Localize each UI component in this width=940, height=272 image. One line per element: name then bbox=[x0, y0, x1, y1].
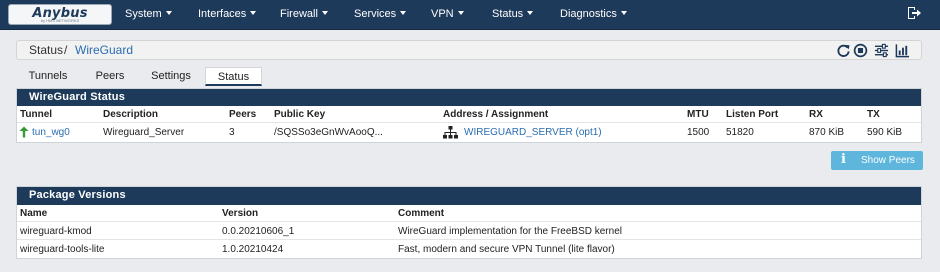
package-comment: WireGuard implementation for the FreeBSD… bbox=[398, 226, 622, 237]
breadcrumb-root[interactable]: Status bbox=[29, 43, 63, 57]
wireguard-status-panel: WireGuard Status Tunnel Description Peer… bbox=[16, 88, 922, 143]
column-header: Tunnel bbox=[20, 109, 53, 120]
chevron-down-icon bbox=[400, 11, 407, 16]
info-icon: i bbox=[841, 152, 846, 167]
tunnel-link[interactable]: tun_wg0 bbox=[32, 127, 70, 138]
panel-title: WireGuard Status bbox=[17, 89, 921, 106]
package-versions-panel: Package Versions Name Version Comment wi… bbox=[16, 186, 922, 259]
nav-vpn-label: VPN bbox=[431, 8, 454, 20]
package-version: 0.0.20210606_1 bbox=[222, 226, 295, 237]
logo-tagline: by HMS NETWORKS bbox=[40, 18, 80, 23]
column-header: Comment bbox=[398, 208, 445, 219]
column-header: Address / Assignment bbox=[443, 109, 549, 120]
nav-interfaces-label: Interfaces bbox=[198, 8, 247, 20]
nav-interfaces[interactable]: Interfaces bbox=[198, 0, 257, 30]
tunnel-public-key: /SQSSo3eGnWvAooQ... bbox=[274, 127, 383, 138]
network-icon bbox=[443, 126, 458, 139]
nav-system-label: System bbox=[125, 8, 162, 20]
column-header: Name bbox=[20, 208, 48, 219]
chevron-down-icon bbox=[321, 11, 328, 16]
nav-diagnostics-label: Diagnostics bbox=[560, 8, 617, 20]
nav-system[interactable]: System bbox=[125, 0, 172, 30]
tunnel-peers: 3 bbox=[229, 127, 235, 138]
nav-firewall-label: Firewall bbox=[280, 8, 318, 20]
breadcrumb-separator: / bbox=[64, 43, 68, 57]
column-header: RX bbox=[809, 109, 823, 120]
anybus-logo[interactable]: Anybus by HMS NETWORKS bbox=[8, 4, 112, 25]
column-header: Peers bbox=[229, 109, 257, 120]
chart-icon[interactable] bbox=[895, 43, 910, 58]
nav-diagnostics[interactable]: Diagnostics bbox=[560, 0, 627, 30]
tunnel-mtu: 1500 bbox=[687, 127, 710, 138]
tunnel-description: Wireguard_Server bbox=[103, 127, 185, 138]
package-version: 1.0.20210424 bbox=[222, 244, 284, 255]
show-peers-button[interactable]: i Show Peers bbox=[831, 151, 923, 170]
chevron-down-icon bbox=[527, 11, 534, 16]
tab-tunnels[interactable]: Tunnels bbox=[16, 67, 80, 86]
nav-status[interactable]: Status bbox=[492, 0, 534, 30]
column-header: Public Key bbox=[274, 109, 326, 120]
nav-firewall[interactable]: Firewall bbox=[280, 0, 328, 30]
package-name: wireguard-kmod bbox=[20, 226, 92, 237]
assignment-link[interactable]: WIREGUARD_SERVER (opt1) bbox=[464, 127, 602, 138]
column-header: TX bbox=[867, 109, 880, 120]
restart-icon[interactable] bbox=[836, 43, 851, 58]
nav-vpn[interactable]: VPN bbox=[431, 0, 464, 30]
show-peers-label: Show Peers bbox=[861, 155, 915, 166]
breadcrumb: Status / WireGuard bbox=[16, 40, 922, 60]
chevron-down-icon bbox=[620, 11, 627, 16]
panel-title: Package Versions bbox=[17, 187, 921, 205]
tab-settings[interactable]: Settings bbox=[140, 67, 202, 86]
chevron-down-icon bbox=[165, 11, 172, 16]
package-comment: Fast, modern and secure VPN Tunnel (lite… bbox=[398, 244, 615, 255]
tunnel-tx: 590 KiB bbox=[867, 127, 903, 138]
column-header: MTU bbox=[687, 109, 709, 120]
settings-sliders-icon[interactable] bbox=[874, 43, 889, 58]
nav-status-label: Status bbox=[492, 8, 524, 20]
nav-services[interactable]: Services bbox=[354, 0, 407, 30]
tunnel-rx: 870 KiB bbox=[809, 127, 845, 138]
chevron-down-icon bbox=[250, 11, 257, 16]
column-header: Description bbox=[103, 109, 159, 120]
breadcrumb-page[interactable]: WireGuard bbox=[75, 43, 133, 57]
row-divider bbox=[17, 221, 921, 222]
stop-icon[interactable] bbox=[853, 43, 868, 58]
chevron-down-icon bbox=[457, 11, 464, 16]
package-name: wireguard-tools-lite bbox=[20, 244, 105, 255]
logout-icon[interactable] bbox=[906, 5, 922, 21]
tab-status[interactable]: Status bbox=[205, 67, 262, 86]
top-navbar: Anybus by HMS NETWORKS System Interfaces… bbox=[0, 0, 940, 30]
tab-peers[interactable]: Peers bbox=[84, 67, 136, 86]
column-header: Version bbox=[222, 208, 259, 219]
row-divider bbox=[17, 239, 921, 240]
arrow-up-icon bbox=[19, 126, 29, 138]
tunnel-listen-port: 51820 bbox=[726, 127, 754, 138]
nav-services-label: Services bbox=[354, 8, 397, 20]
row-divider bbox=[17, 122, 921, 123]
column-header: Listen Port bbox=[726, 109, 779, 120]
